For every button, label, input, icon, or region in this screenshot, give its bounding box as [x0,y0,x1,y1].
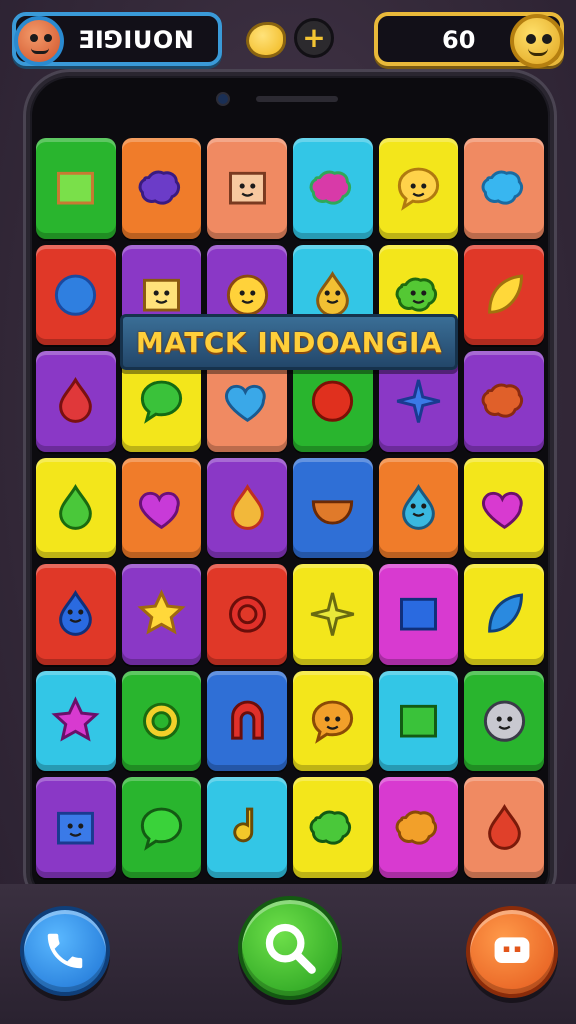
rose-icon [481,383,523,418]
board-tile[interactable] [464,457,544,559]
smiley-face-icon [228,171,266,205]
chat-icon [494,937,530,963]
chat-button[interactable] [466,906,558,998]
plus-icon: + [302,21,326,54]
call-button[interactable] [20,906,110,996]
board-tile[interactable] [292,138,373,239]
board-tile[interactable] [36,138,116,239]
board-tile[interactable] [36,777,116,878]
yellow-sparkle-icon [311,592,355,637]
board-tile[interactable] [207,777,287,878]
board-tile[interactable] [292,457,373,559]
player-avatar[interactable] [14,16,64,66]
purple-fruit-icon [139,491,180,529]
board-tile[interactable] [378,564,459,665]
board-tile[interactable] [36,670,116,772]
match-board [36,138,544,878]
powerup-group: + [246,16,338,62]
title-banner: MATCK INDOANGIA [120,314,458,370]
blue-face-drop-icon [59,590,93,637]
yellow-star-icon [137,589,186,635]
blue-splat-icon [481,170,523,205]
board-tile[interactable] [378,777,459,878]
yellow-leaf-icon [487,274,523,314]
green-drop-icon [59,483,93,530]
speaker-grille [256,96,338,102]
bottom-bar [0,884,576,1024]
board-tile[interactable] [292,777,373,878]
board-tile[interactable] [378,670,459,772]
board-tile[interactable] [378,138,459,239]
score-panel: 60 [374,12,564,68]
board-tile[interactable] [464,138,544,239]
apple-icon [312,380,354,423]
player-name-panel[interactable]: ƎIꓨIUON [12,12,222,66]
magenta-star-icon [51,696,100,742]
bowl-icon [312,500,354,525]
red-pear-icon [487,803,521,850]
blue-heart-icon [224,385,266,423]
board-tile[interactable] [121,564,202,665]
blue-leaf-icon [487,593,523,634]
board-tile[interactable] [464,777,544,878]
orange-ghost-icon [312,700,354,744]
board-tile[interactable] [121,777,202,878]
opponent-avatar[interactable] [510,14,564,68]
magenta-apple-icon [481,491,523,529]
board-tile[interactable] [36,564,116,665]
green-box-icon [400,704,437,738]
green-blob-icon [309,810,352,845]
powerup-cheese-icon[interactable] [246,22,286,58]
board-tile[interactable] [207,564,287,665]
board-tile[interactable] [464,351,544,452]
green-bubble-icon [140,380,183,424]
blue-star-icon [396,379,441,424]
music-note-icon [232,807,253,842]
board-tile[interactable] [36,457,116,559]
cactus-pot-icon [57,171,95,205]
board-tile[interactable] [121,138,202,239]
speech-bubble-icon [397,167,440,211]
board-tile[interactable] [292,564,373,665]
board-tile[interactable] [36,351,116,452]
purple-blob-icon [138,170,181,205]
phone-icon [47,933,83,969]
blue-orb-icon [55,274,97,316]
green-chat-icon [140,807,183,851]
board-tile[interactable] [464,244,544,346]
score-value: 60 [442,26,476,54]
board-tile[interactable] [292,670,373,772]
board-tile[interactable] [464,670,544,772]
board-tile[interactable] [121,457,202,559]
orange-blob-icon [395,810,438,845]
board-tile[interactable] [121,670,202,772]
camera-icon [216,92,230,106]
banner-title: MATCK INDOANGIA [135,325,443,359]
board-tile[interactable] [207,670,287,772]
blue-jar-icon [400,598,437,631]
add-powerup-button[interactable]: + [294,18,334,58]
red-arch-icon [230,700,264,740]
player-name: ƎIꓨIUON [78,26,195,54]
board-tile[interactable] [378,457,459,559]
splat-icon [309,170,352,205]
bear-face-icon [483,700,525,742]
search-icon [265,923,316,974]
pizza-slice-icon [230,483,264,530]
board-tile[interactable] [207,138,287,239]
board-tile[interactable] [464,564,544,665]
board-tile[interactable] [207,457,287,559]
board-tile[interactable] [36,244,116,346]
red-balloon-icon [59,377,93,423]
green-ring-icon [143,702,180,740]
blue-cube-face-icon [57,811,95,845]
blue-face-icon [402,483,435,530]
red-ring-icon [228,596,266,634]
search-button[interactable] [238,896,342,1000]
